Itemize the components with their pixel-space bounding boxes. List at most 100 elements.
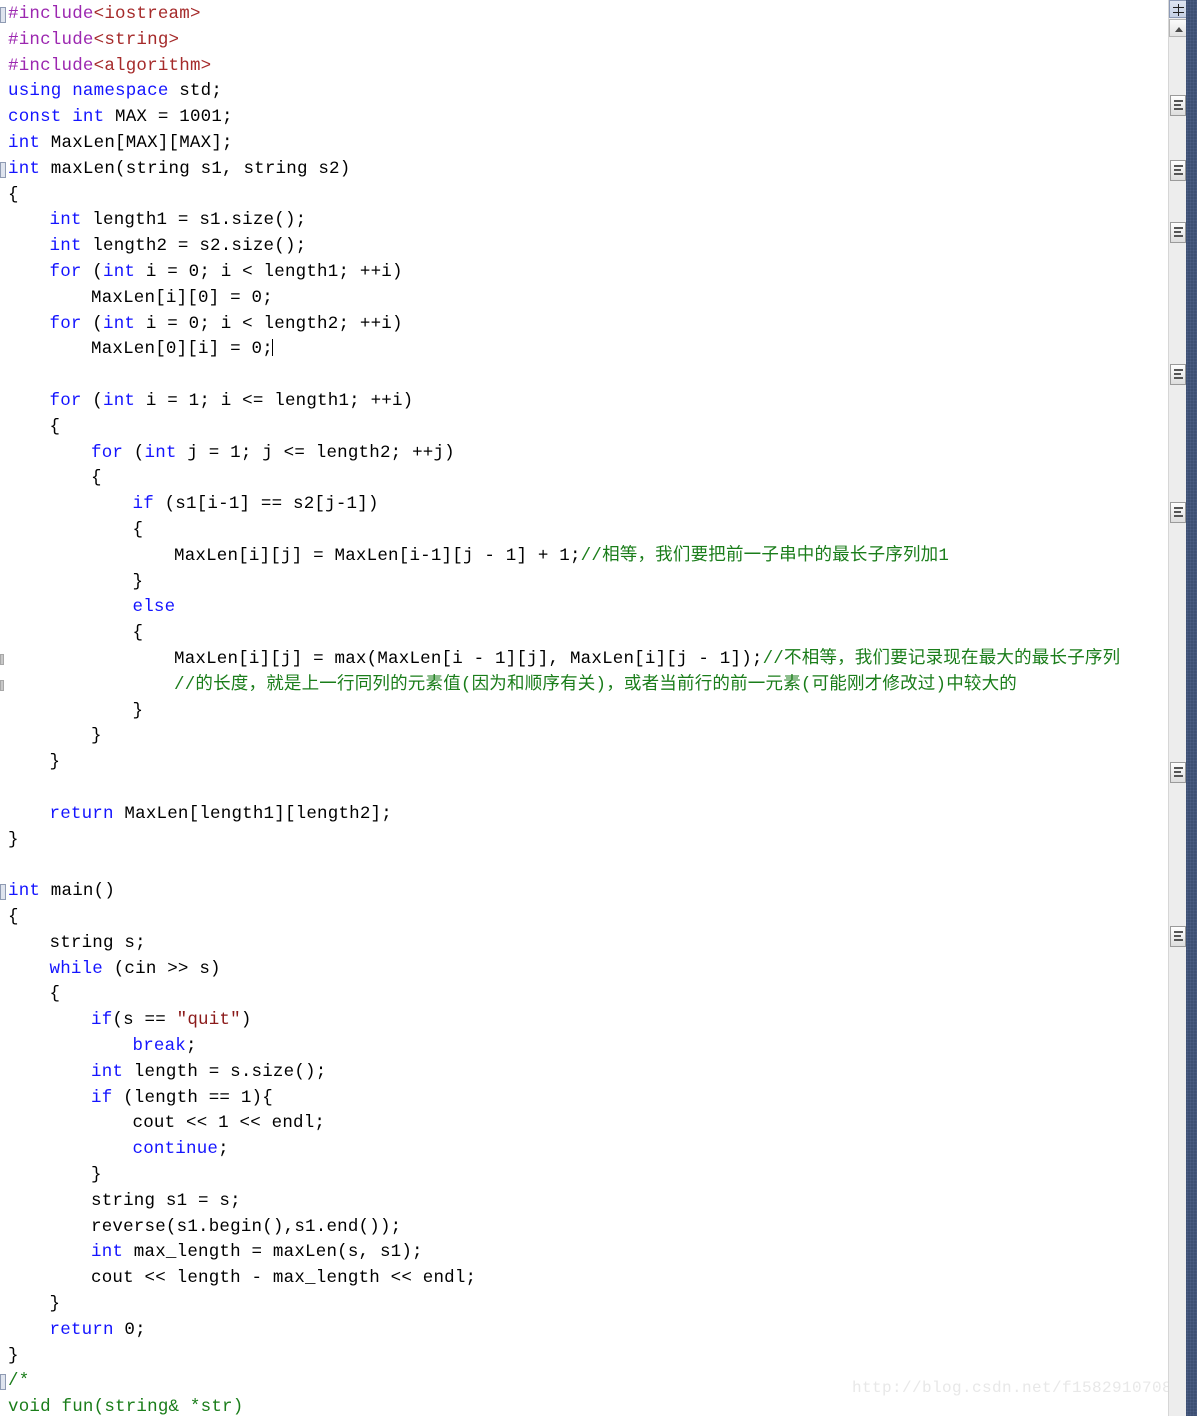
token-kw: int: [49, 210, 82, 231]
code-line[interactable]: }: [0, 570, 1168, 596]
token-kw: while: [49, 958, 104, 979]
code-line[interactable]: while (cin >> s): [0, 957, 1168, 983]
code-line-text: int length = s.size();: [91, 1062, 326, 1082]
code-line[interactable]: continue;: [0, 1137, 1168, 1163]
code-line[interactable]: {: [0, 466, 1168, 492]
code-line[interactable]: void fun(string& *str): [0, 1395, 1168, 1416]
code-line[interactable]: {: [0, 905, 1168, 931]
code-line[interactable]: for (int i = 0; i < length2; ++i): [0, 312, 1168, 338]
token-plain: i = 0; i < length1; ++i): [135, 262, 403, 282]
code-line[interactable]: {: [0, 183, 1168, 209]
code-line[interactable]: }: [0, 1292, 1168, 1318]
code-line[interactable]: reverse(s1.begin(),s1.end());: [0, 1215, 1168, 1241]
code-line[interactable]: #include<string>: [0, 28, 1168, 54]
code-fold-marker[interactable]: [0, 1374, 6, 1391]
text-caret: [271, 339, 273, 357]
token-cmt: /*: [8, 1371, 30, 1392]
scrollbar-annotation-marker[interactable]: [1170, 364, 1186, 385]
code-line[interactable]: if (s1[i-1] == s2[j-1]): [0, 492, 1168, 518]
scrollbar-annotation-marker[interactable]: [1170, 95, 1186, 116]
code-line[interactable]: #include<algorithm>: [0, 54, 1168, 80]
code-line[interactable]: }: [0, 1344, 1168, 1370]
token-plain: (: [123, 442, 145, 463]
code-line[interactable]: int max_length = maxLen(s, s1);: [0, 1240, 1168, 1266]
token-kw: return: [49, 1319, 114, 1340]
code-line[interactable]: {: [0, 415, 1168, 441]
code-line[interactable]: MaxLen[0][i] = 0;: [0, 337, 1168, 363]
code-line[interactable]: string s1 = s;: [0, 1189, 1168, 1215]
code-line[interactable]: {: [0, 518, 1168, 544]
token-kw: for: [49, 391, 82, 411]
code-line-text: /*: [8, 1371, 29, 1391]
code-line[interactable]: }: [0, 1163, 1168, 1189]
code-line[interactable]: using namespace std;: [0, 79, 1168, 105]
code-line[interactable]: int maxLen(string s1, string s2): [0, 157, 1168, 183]
token-plain: }: [8, 1345, 19, 1366]
code-line[interactable]: MaxLen[i][0] = 0;: [0, 286, 1168, 312]
token-cmt: //相等，我们要把前一子串中的最长子序列加1: [580, 545, 950, 566]
code-line-text: {: [8, 185, 19, 205]
code-line[interactable]: return MaxLen[length1][length2];: [0, 802, 1168, 828]
code-line[interactable]: {: [0, 621, 1168, 647]
code-line-text: }: [91, 1165, 102, 1185]
token-plain: MaxLen[i][j] = MaxLen[i-1][j - 1] + 1;: [174, 545, 581, 566]
scroll-up-button[interactable]: [1169, 19, 1187, 37]
code-line[interactable]: string s;: [0, 931, 1168, 957]
code-line[interactable]: MaxLen[i][j] = max(MaxLen[i - 1][j], Max…: [0, 647, 1168, 673]
code-line[interactable]: if(s == "quit"): [0, 1008, 1168, 1034]
vertical-scrollbar[interactable]: [1168, 0, 1187, 1416]
code-text-area[interactable]: #include<iostream> #include<string> #inclu…: [0, 0, 1168, 1416]
code-line[interactable]: [0, 363, 1168, 389]
code-line[interactable]: else: [0, 595, 1168, 621]
code-line-text: }: [8, 830, 19, 850]
scrollbar-annotation-marker[interactable]: [1170, 926, 1186, 947]
token-plain: (cin >> s): [103, 958, 221, 979]
code-line[interactable]: MaxLen[i][j] = MaxLen[i-1][j - 1] + 1;//…: [0, 544, 1168, 570]
code-line[interactable]: #include<iostream>: [0, 2, 1168, 28]
code-fold-marker[interactable]: [0, 7, 6, 23]
code-line[interactable]: {: [0, 982, 1168, 1008]
token-plain: ): [240, 1010, 252, 1031]
scrollbar-annotation-marker[interactable]: [1170, 160, 1186, 181]
code-line[interactable]: int main(): [0, 879, 1168, 905]
code-line-text: {: [133, 520, 144, 540]
code-line[interactable]: int length2 = s2.size();: [0, 234, 1168, 260]
code-line[interactable]: int length1 = s1.size();: [0, 208, 1168, 234]
code-line[interactable]: //的长度，就是上一行同列的元素值(因为和顺序有关)，或者当前行的前一元素(可能…: [0, 673, 1168, 699]
code-line[interactable]: if (length == 1){: [0, 1086, 1168, 1112]
token-plain: MaxLen[i][0] = 0;: [91, 287, 273, 308]
scrollbar-annotation-marker[interactable]: [1170, 762, 1186, 783]
token-cmt: //的长度，就是上一行同列的元素值(因为和顺序有关)，或者当前行的前一元素(可能…: [174, 674, 1018, 695]
code-line-text: reverse(s1.begin(),s1.end());: [91, 1217, 401, 1237]
code-line-text: {: [8, 907, 19, 927]
code-line[interactable]: for (int i = 0; i < length1; ++i): [0, 260, 1168, 286]
token-kw: for: [91, 442, 124, 463]
code-line[interactable]: [0, 853, 1168, 879]
code-line[interactable]: for (int j = 1; j <= length2; ++j): [0, 441, 1168, 467]
code-line[interactable]: [0, 776, 1168, 802]
code-fold-marker[interactable]: [0, 161, 6, 178]
code-line[interactable]: return 0;: [0, 1318, 1168, 1344]
code-fold-marker[interactable]: [0, 884, 6, 901]
token-kw: if: [91, 1010, 113, 1031]
scrollbar-annotation-marker[interactable]: [1170, 222, 1186, 243]
code-line[interactable]: const int MAX = 1001;: [0, 105, 1168, 131]
scrollbar-annotation-marker[interactable]: [1170, 502, 1186, 523]
token-plain: j = 1; j <= length2; ++j): [176, 442, 455, 463]
code-line[interactable]: cout << length - max_length << endl;: [0, 1266, 1168, 1292]
code-line[interactable]: int MaxLen[MAX][MAX];: [0, 131, 1168, 157]
triangle-up-icon: [1175, 27, 1183, 32]
code-line[interactable]: for (int i = 1; i <= length1; ++i): [0, 389, 1168, 415]
code-line[interactable]: }: [0, 699, 1168, 725]
code-line[interactable]: }: [0, 828, 1168, 854]
token-kw: for: [49, 262, 82, 282]
code-line[interactable]: }: [0, 724, 1168, 750]
token-kw: if: [132, 494, 154, 515]
code-line[interactable]: cout << 1 << endl;: [0, 1111, 1168, 1137]
code-line[interactable]: }: [0, 750, 1168, 776]
token-kw: else: [132, 597, 176, 618]
code-line[interactable]: int length = s.size();: [0, 1060, 1168, 1086]
token-plain: ;: [218, 1139, 229, 1160]
split-view-icon[interactable]: [1169, 0, 1187, 18]
code-line[interactable]: break;: [0, 1034, 1168, 1060]
